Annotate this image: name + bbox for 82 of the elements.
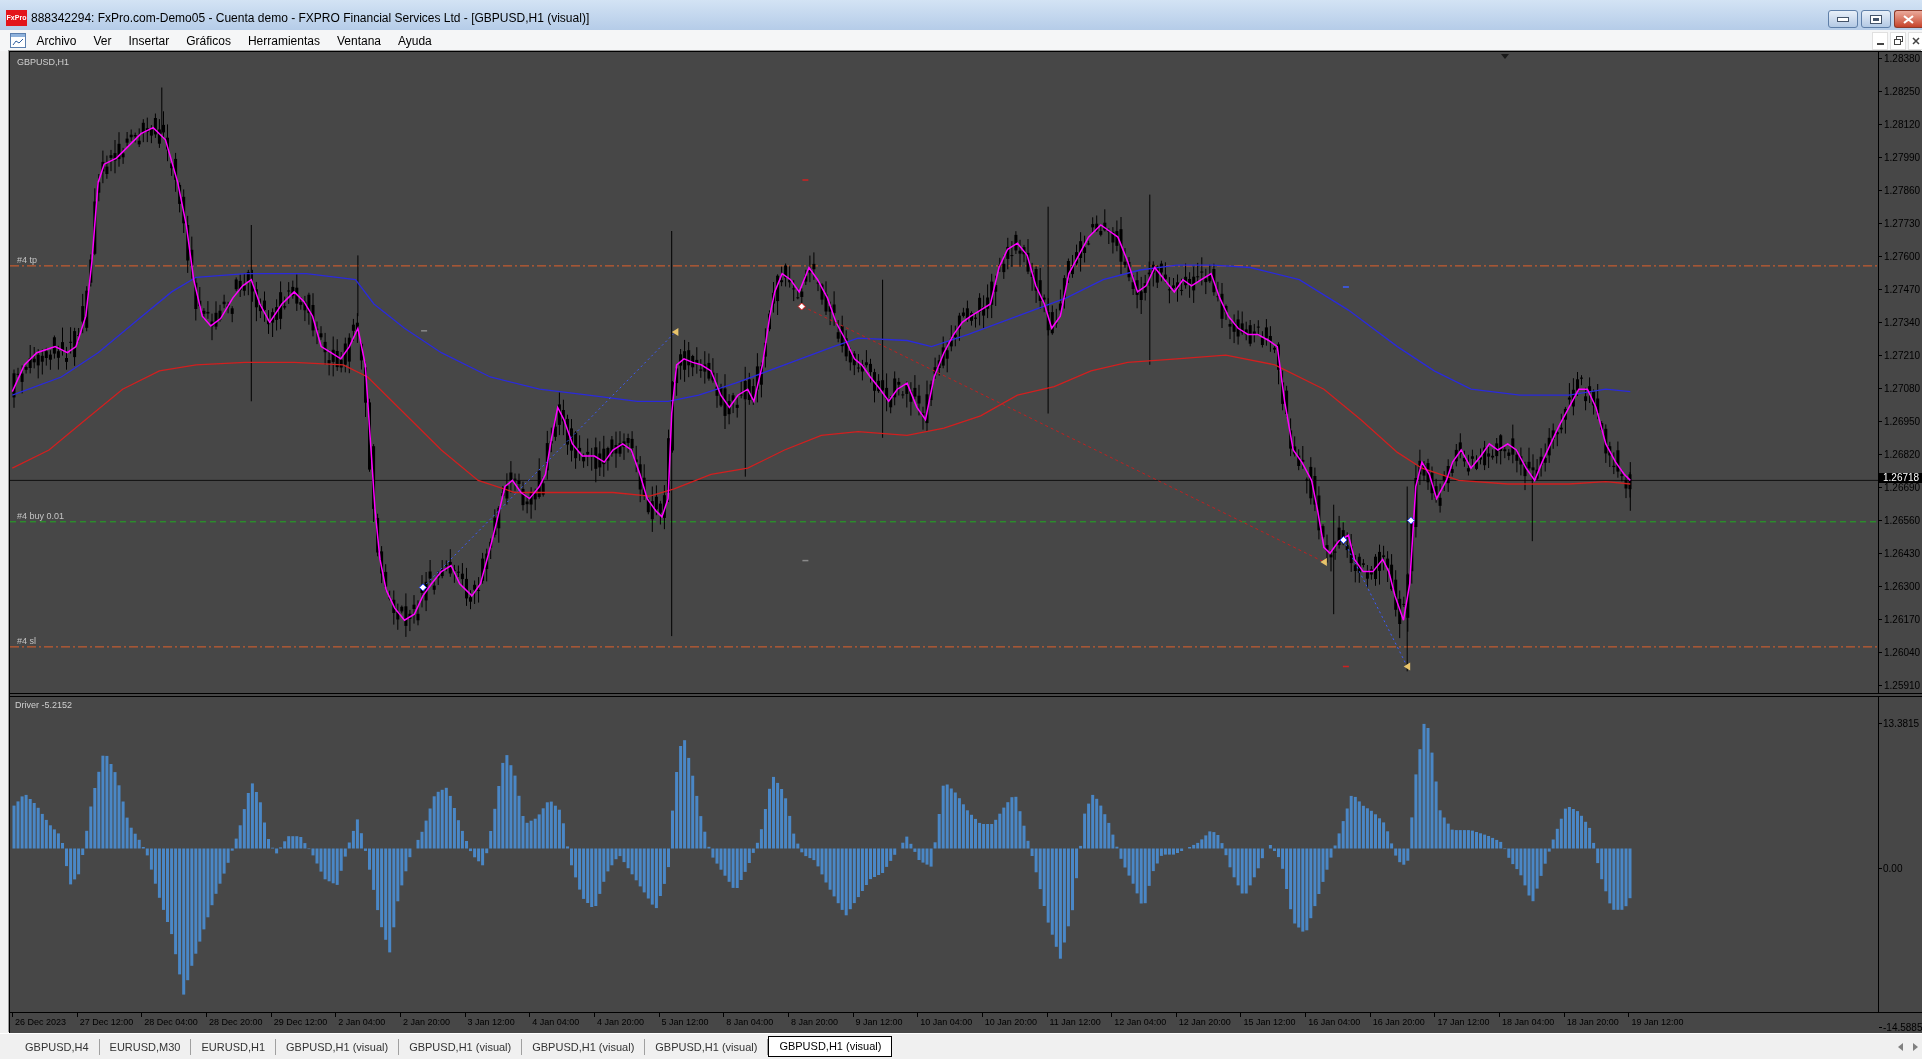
time-axis-label: 26 Dec 2023	[15, 1017, 67, 1027]
time-axis-label: 10 Jan 20:00	[984, 1017, 1037, 1027]
menu-item[interactable]: Ventana	[328, 31, 390, 50]
time-axis-label: 5 Jan 12:00	[661, 1017, 709, 1027]
price-axis-label: 1.27990	[1884, 152, 1921, 163]
time-axis-label: 28 Dec 04:00	[144, 1017, 198, 1027]
tab[interactable]: EURUSD,M30	[99, 1038, 192, 1055]
maximize-button[interactable]	[1861, 10, 1891, 28]
time-axis-label: 28 Dec 20:00	[208, 1017, 263, 1027]
time-axis-label: 19 Jan 12:00	[1631, 1017, 1684, 1027]
time-axis-label: 4 Jan 04:00	[532, 1017, 580, 1027]
time-axis-label: 15 Jan 12:00	[1243, 1017, 1296, 1027]
price-axis-label: 1.27600	[1884, 251, 1921, 262]
time-axis-label: 10 Jan 04:00	[920, 1017, 973, 1027]
price-axis-label: 1.26300	[1884, 581, 1921, 592]
restore-icon	[1893, 36, 1903, 45]
chart-window-icon[interactable]	[10, 33, 26, 48]
price-axis-label: 1.26690	[1884, 482, 1921, 493]
tab[interactable]: GBPUSD,H1 (visual)	[768, 1036, 893, 1057]
close-chart-button[interactable]	[1908, 31, 1922, 50]
tab[interactable]: GBPUSD,H1 (visual)	[522, 1038, 646, 1055]
price-axis-label: 1.28250	[1884, 86, 1921, 97]
menu-item[interactable]: Ver	[85, 31, 121, 50]
menu-item[interactable]: Insertar	[120, 31, 178, 50]
time-axis-label: 16 Jan 20:00	[1372, 1017, 1425, 1027]
minimize-icon	[1876, 42, 1884, 45]
time-axis-label: 12 Jan 04:00	[1114, 1017, 1167, 1027]
time-axis-label: 17 Jan 12:00	[1437, 1017, 1490, 1027]
price-axis-label: 1.27340	[1884, 317, 1921, 328]
current-price-label: 1.26718	[1879, 472, 1922, 483]
price-axis-label: 1.27080	[1884, 383, 1921, 394]
restore-chart-button[interactable]	[1890, 31, 1906, 50]
time-axis-label: 27 Dec 12:00	[79, 1017, 134, 1027]
close-icon	[1903, 14, 1914, 24]
price-axis-label: 1.26950	[1884, 416, 1921, 427]
time-axis-label: 11 Jan 12:00	[1049, 1017, 1101, 1027]
price-axis-label: 1.27730	[1884, 218, 1921, 229]
indicator-label: Driver -5.2152	[15, 700, 73, 710]
menu-item[interactable]: Herramientas	[239, 31, 329, 50]
price-axis-label: 1.28380	[1884, 53, 1921, 64]
close-icon	[1911, 36, 1920, 45]
close-button[interactable]	[1894, 10, 1922, 28]
menu-item[interactable]: Gráficos	[177, 31, 240, 50]
minimize-button[interactable]	[1828, 10, 1858, 28]
indicator-axis-label: -14.5885	[1883, 1022, 1922, 1033]
price-axis-label: 1.26170	[1884, 614, 1921, 625]
indicator-axis-label: 13.3815	[1883, 718, 1920, 729]
time-axis-label: 16 Jan 04:00	[1308, 1017, 1361, 1027]
time-axis-label: 12 Jan 20:00	[1178, 1017, 1231, 1027]
tab[interactable]: GBPUSD,H4	[15, 1038, 100, 1055]
price-axis-label: 1.28120	[1884, 119, 1921, 130]
price-axis-label: 1.27860	[1884, 185, 1921, 196]
time-axis-label: 29 Dec 12:00	[273, 1017, 328, 1027]
menu-item[interactable]: Ayuda	[389, 31, 441, 50]
indicator-axis-label: 0.00	[1883, 863, 1903, 874]
time-axis-label: 4 Jan 20:00	[596, 1017, 644, 1027]
time-axis-label: 2 Jan 04:00	[338, 1017, 386, 1027]
chart-symbol-label: GBPUSD,H1	[17, 57, 69, 67]
time-axis-label: 8 Jan 04:00	[726, 1017, 774, 1027]
time-axis-label: 2 Jan 20:00	[402, 1017, 450, 1027]
minimize-icon	[1837, 16, 1849, 22]
time-axis-label: 3 Jan 12:00	[467, 1017, 515, 1027]
minimize-chart-button[interactable]	[1872, 31, 1888, 50]
window-title: 888342294: FxPro.com-Demo05 - Cuenta demo - FXPRO Financial Services Ltd - [GBPUSD,H1 (visual)]	[31, 9, 590, 26]
time-axis-label: 18 Jan 04:00	[1502, 1017, 1555, 1027]
maximize-icon	[1870, 14, 1882, 24]
price-axis-label: 1.26560	[1884, 515, 1921, 526]
price-axis-label: 1.26820	[1884, 449, 1921, 460]
price-axis-label: 1.25910	[1884, 680, 1921, 691]
menu-item[interactable]: Archivo	[28, 31, 85, 50]
tab[interactable]: GBPUSD,H1 (visual)	[276, 1038, 400, 1055]
price-axis-label: 1.27470	[1884, 284, 1921, 295]
left-arrow-icon[interactable]	[1898, 1042, 1903, 1051]
tab[interactable]: EURUSD,H1	[191, 1038, 277, 1055]
price-axis-label: 1.27210	[1884, 350, 1921, 361]
tab[interactable]: GBPUSD,H1 (visual)	[399, 1038, 523, 1055]
time-axis-label: 9 Jan 12:00	[855, 1017, 903, 1027]
price-axis-label: 1.26430	[1884, 548, 1921, 559]
time-axis-label: 8 Jan 20:00	[790, 1017, 838, 1027]
time-axis-label: 18 Jan 20:00	[1566, 1017, 1619, 1027]
price-axis-label: 1.26040	[1884, 647, 1921, 658]
right-arrow-icon[interactable]	[1913, 1042, 1918, 1051]
